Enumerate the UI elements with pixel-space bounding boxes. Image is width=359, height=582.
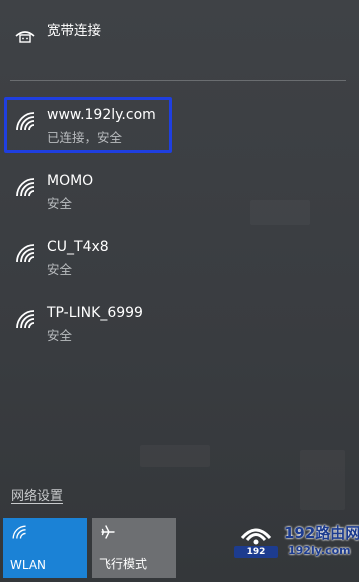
network-status: 安全 (47, 196, 73, 211)
site-watermark-logo: 192路由网 192 192ly.com (232, 518, 359, 578)
background-blur (300, 450, 345, 510)
airplane-tile-label: 飞行模式 (99, 557, 148, 571)
wlan-toggle-tile[interactable]: WLAN (3, 518, 87, 578)
airplane-icon (101, 525, 115, 539)
wifi-network-tp-link-6999[interactable]: TP-LINK_6999 安全 (10, 298, 350, 348)
network-name: MOMO (47, 173, 94, 189)
network-name: TP-LINK_6999 (47, 305, 143, 321)
wifi-icon (16, 178, 35, 197)
dialup-icon (15, 31, 35, 43)
watermark-domain: 192ly.com (288, 544, 351, 557)
broadband-label: 宽带连接 (47, 23, 101, 39)
wlan-tile-label: WLAN (10, 558, 47, 572)
network-settings-link[interactable]: 网络设置 (11, 485, 63, 504)
network-status: 安全 (47, 328, 73, 343)
network-flyout: 宽带连接 www.192ly.com 已连接，安全 MOMO 安全 CU_T4x… (0, 0, 359, 582)
wifi-network-cu-t4x8[interactable]: CU_T4x8 安全 (10, 232, 350, 282)
wifi-icon (16, 244, 35, 263)
wifi-icon (16, 310, 35, 329)
router-wifi-logo-icon (240, 528, 272, 545)
background-blur (140, 445, 210, 467)
wifi-network-momo[interactable]: MOMO 安全 (10, 166, 350, 216)
airplane-mode-tile[interactable]: 飞行模式 (92, 518, 176, 578)
divider (10, 80, 346, 81)
broadband-connection[interactable]: 宽带连接 (10, 14, 350, 64)
connected-highlight-box (4, 97, 172, 153)
wifi-icon (12, 525, 26, 539)
network-name: CU_T4x8 (47, 239, 109, 255)
network-status: 安全 (47, 262, 73, 277)
watermark-badge: 192 (234, 546, 278, 558)
watermark-title: 192路由网 (284, 524, 359, 542)
